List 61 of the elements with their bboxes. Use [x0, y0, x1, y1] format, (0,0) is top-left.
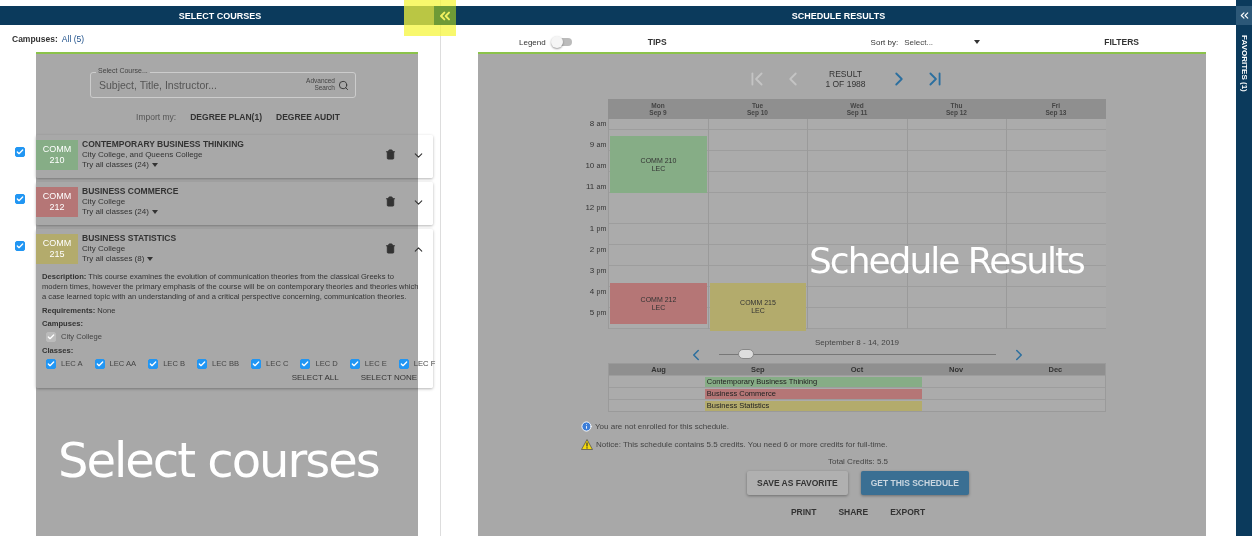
checkbox[interactable] [15, 147, 25, 157]
checkbox[interactable] [349, 358, 360, 369]
checkbox[interactable] [46, 358, 56, 369]
warning-icon [581, 439, 593, 450]
course-tag: COMM 210 [36, 140, 78, 170]
action-link[interactable]: EXPORT [890, 507, 926, 517]
course-campus: City College [82, 197, 127, 208]
favorites-tab[interactable]: FAVORITES (1) [1239, 35, 1249, 92]
tips-button[interactable]: TIPS [647, 37, 667, 47]
caret-icon [974, 40, 981, 44]
legend-toggle[interactable] [551, 38, 572, 46]
primary-button[interactable]: GET THIS SCHEDULE [860, 471, 969, 495]
caret-icon [151, 209, 158, 214]
classes-dropdown[interactable]: Try all classes (8) [82, 254, 154, 264]
sort-select[interactable]: Select... [904, 37, 981, 47]
course-title: BUSINESS COMMERCE [82, 186, 180, 198]
result-counter: RESULT 1 OF 1988 [824, 68, 867, 90]
select-button[interactable]: SELECT ALL [291, 372, 339, 382]
checkbox[interactable] [15, 194, 25, 204]
sort-label: Sort by: [870, 37, 899, 47]
checkbox[interactable] [197, 358, 208, 369]
annotation-text: Select courses [58, 432, 379, 488]
total-credits: Total Credits: 5.5 [827, 457, 888, 466]
course-campus: City College, and Queens College [82, 150, 204, 161]
course-campus: City College [82, 244, 127, 255]
course-tag: COMM 212 [36, 187, 78, 217]
collapse-icon[interactable] [434, 6, 456, 25]
course-title: CONTEMPORARY BUSINESS THINKING [82, 139, 245, 151]
course-title: BUSINESS STATISTICS [82, 233, 178, 245]
search-icon[interactable] [338, 79, 349, 91]
expand-favorites-icon[interactable] [1236, 6, 1252, 25]
checkbox[interactable] [398, 358, 409, 369]
info-icon [581, 421, 592, 432]
classes-dropdown[interactable]: Try all classes (24) [82, 207, 158, 217]
caret-icon [151, 162, 158, 167]
select-button[interactable]: SELECT NONE [360, 372, 417, 382]
checkbox[interactable] [15, 241, 25, 251]
checkbox[interactable] [300, 358, 311, 369]
import-label: Import my: [136, 112, 177, 122]
classes-dropdown[interactable]: Try all classes (24) [82, 160, 158, 170]
checkbox[interactable] [251, 358, 262, 369]
campuses-link[interactable]: All (5) [61, 34, 85, 44]
action-link[interactable]: SHARE [838, 507, 869, 517]
legend-label: Legend [519, 37, 546, 47]
action-link[interactable]: PRINT [790, 507, 817, 517]
trash-icon[interactable] [385, 149, 396, 160]
trash-icon[interactable] [385, 196, 396, 207]
checkbox[interactable] [148, 358, 159, 369]
week-label: September 8 - 14, 2019 [813, 338, 900, 347]
annotation-text: Schedule Results [809, 240, 1084, 281]
notice-text: Notice: This schedule contains 5.5 credits. You need 6 or more credits for full-time. [596, 440, 888, 449]
notice-text: You are not enrolled for this schedule. [595, 422, 729, 431]
trash-icon[interactable] [385, 243, 396, 254]
filters-button[interactable]: FILTERS [1104, 37, 1139, 47]
caret-icon [147, 256, 154, 261]
import-button[interactable]: DEGREE PLAN(1) [190, 112, 262, 122]
secondary-button[interactable]: SAVE AS FAVORITE [747, 471, 848, 495]
campuses-label: Campuses: [12, 34, 58, 44]
checkbox[interactable] [94, 358, 105, 369]
course-tag: COMM 215 [36, 234, 78, 264]
import-button[interactable]: DEGREE AUDIT [276, 112, 340, 122]
